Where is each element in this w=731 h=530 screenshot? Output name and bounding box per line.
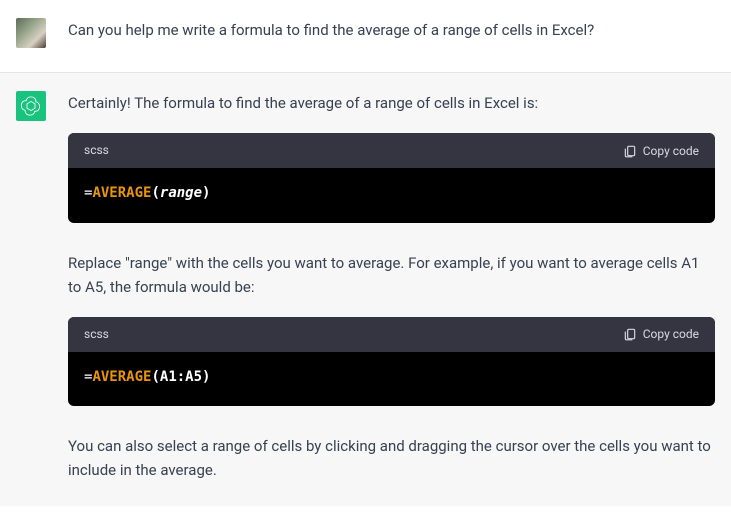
user-message-body: Can you help me write a formula to find … (68, 18, 715, 48)
code-lang-label: scss (84, 141, 109, 160)
code-block-2: scss Copy code =AVERAGE(A1:A5) (68, 317, 715, 407)
copy-code-button[interactable]: Copy code (623, 327, 699, 341)
code-header: scss Copy code (68, 317, 715, 352)
user-avatar (16, 18, 46, 48)
code-lang-label: scss (84, 325, 109, 344)
code-tok-func: AVERAGE (92, 369, 151, 385)
user-message-row: Can you help me write a formula to find … (0, 0, 731, 73)
code-tok-func: AVERAGE (92, 185, 151, 201)
copy-code-label: Copy code (643, 144, 699, 158)
code-tok-open: ( (151, 185, 159, 201)
assistant-message-row: Certainly! The formula to find the avera… (0, 73, 731, 506)
code-tok-arg: range (160, 185, 202, 201)
assistant-paragraph-3: You can also select a range of cells by … (68, 434, 715, 482)
code-tok-open: ( (151, 369, 159, 385)
code-content: =AVERAGE(range) (68, 168, 715, 222)
clipboard-icon (623, 327, 637, 341)
copy-code-label: Copy code (643, 327, 699, 341)
user-text: Can you help me write a formula to find … (68, 18, 715, 42)
assistant-paragraph-1: Certainly! The formula to find the avera… (68, 91, 715, 115)
assistant-message-body: Certainly! The formula to find the avera… (68, 91, 715, 482)
assistant-paragraph-2: Replace "range" with the cells you want … (68, 251, 715, 299)
code-tok-close: ) (202, 369, 210, 385)
openai-logo-icon (20, 95, 42, 117)
code-block-1: scss Copy code =AVERAGE(range) (68, 133, 715, 223)
code-tok-close: ) (202, 185, 210, 201)
assistant-avatar (16, 91, 46, 121)
code-header: scss Copy code (68, 133, 715, 168)
code-content: =AVERAGE(A1:A5) (68, 352, 715, 406)
code-tok-arg: A1:A5 (160, 369, 202, 385)
copy-code-button[interactable]: Copy code (623, 144, 699, 158)
clipboard-icon (623, 144, 637, 158)
